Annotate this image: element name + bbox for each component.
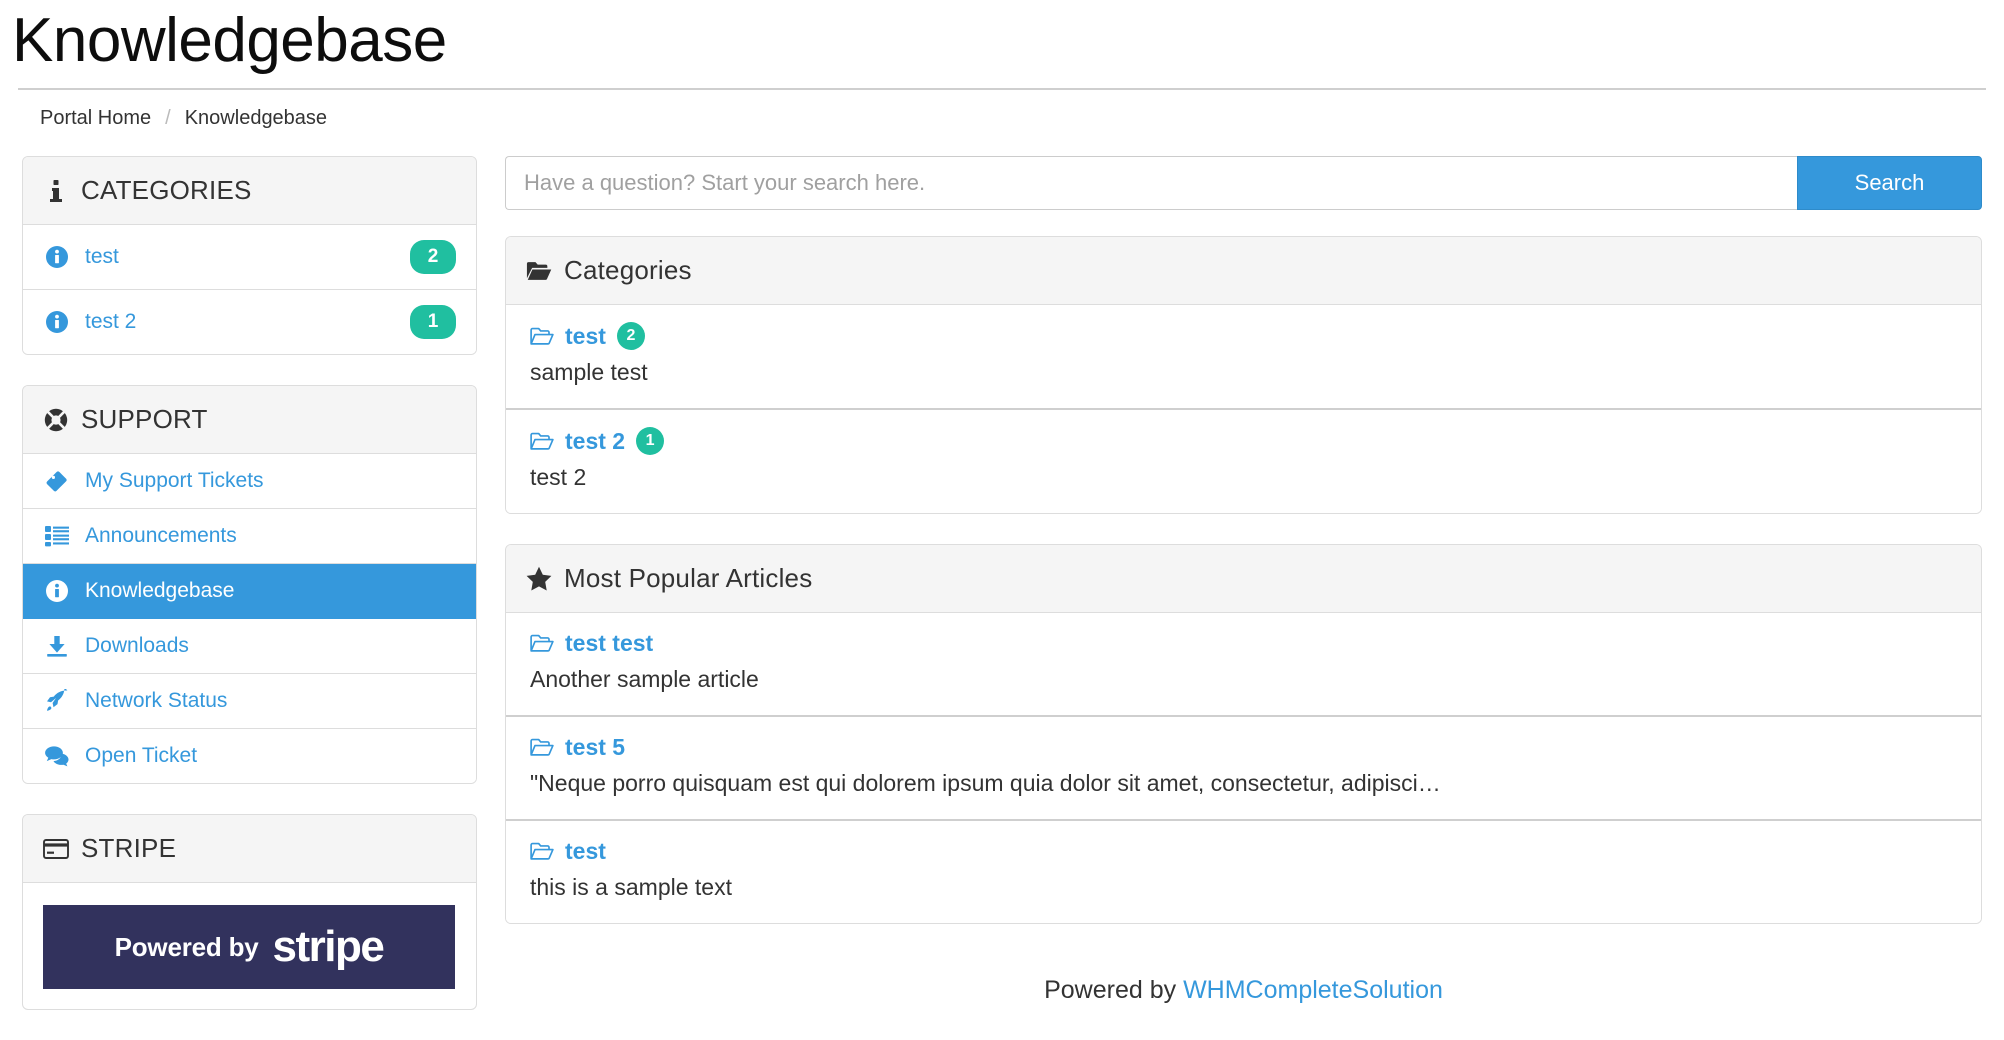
folder-open-icon bbox=[530, 327, 554, 346]
sidebar-categories-list: test 2 test 2 1 bbox=[23, 225, 476, 354]
footer: Powered by WHMCompleteSolution bbox=[505, 954, 1982, 1017]
stripe-body: Powered by stripe bbox=[23, 883, 476, 1009]
stripe-powered-label: Powered by bbox=[114, 931, 259, 962]
sidebar-category-badge: 1 bbox=[410, 305, 456, 339]
sidebar-item-label: My Support Tickets bbox=[85, 469, 264, 492]
sidebar-categories-title: CATEGORIES bbox=[81, 175, 252, 205]
folder-open-icon bbox=[530, 842, 554, 861]
article-link[interactable]: test 5 bbox=[565, 734, 625, 761]
folder-open-icon bbox=[526, 258, 552, 284]
category-count-badge: 1 bbox=[636, 427, 665, 456]
article-row[interactable]: test test Another sample article bbox=[506, 613, 1981, 718]
sidebar-category-badge: 2 bbox=[410, 240, 456, 274]
rocket-icon bbox=[43, 689, 71, 713]
stripe-logo: Powered by stripe bbox=[43, 905, 455, 989]
sidebar-categories-panel: CATEGORIES test 2 test 2 1 bbox=[22, 156, 477, 355]
page-layout: CATEGORIES test 2 test 2 1 SUPPORT My Su… bbox=[0, 130, 2004, 1040]
category-count-badge: 2 bbox=[616, 322, 645, 350]
sidebar-category-item[interactable]: test 2 bbox=[23, 225, 476, 290]
category-row[interactable]: test 2 sample test bbox=[506, 305, 1981, 411]
sidebar-item-announcements[interactable]: Announcements bbox=[23, 509, 476, 564]
breadcrumb-separator: / bbox=[165, 107, 171, 129]
sidebar-support-list: My Support Tickets Announcements Knowled… bbox=[23, 454, 476, 783]
info-circle-icon bbox=[43, 310, 71, 334]
sidebar-item-knowledgebase[interactable]: Knowledgebase bbox=[23, 564, 476, 619]
sidebar-support-header: SUPPORT bbox=[23, 386, 476, 454]
main-content: Search Categories bbox=[505, 156, 1982, 1017]
sidebar-item-my-support-tickets[interactable]: My Support Tickets bbox=[23, 454, 476, 509]
stripe-wordmark: stripe bbox=[272, 922, 385, 971]
article-description: this is a sample text bbox=[530, 874, 732, 901]
sidebar-item-label: Knowledgebase bbox=[85, 579, 235, 602]
sidebar-category-item[interactable]: test 2 1 bbox=[23, 290, 476, 354]
sidebar-support-panel: SUPPORT My Support Tickets Announcements… bbox=[22, 385, 477, 784]
footer-link-whmcs[interactable]: WHMCompleteSolution bbox=[1183, 976, 1443, 1004]
footer-prefix: Powered by bbox=[1044, 976, 1184, 1005]
category-link[interactable]: test bbox=[565, 323, 606, 350]
sidebar-item-label: Announcements bbox=[85, 524, 237, 547]
article-row[interactable]: test 5 "Neque porro quisquam est qui dol… bbox=[506, 717, 1981, 822]
info-circle-icon bbox=[43, 579, 71, 603]
sidebar-item-label: Open Ticket bbox=[85, 744, 198, 767]
page-title: Knowledgebase bbox=[12, 6, 447, 75]
sidebar-item-downloads[interactable]: Downloads bbox=[23, 619, 476, 674]
sidebar-categories-header: CATEGORIES bbox=[23, 157, 476, 225]
sidebar-item-open-ticket[interactable]: Open Ticket bbox=[23, 729, 476, 783]
sidebar-item-label: Network Status bbox=[85, 689, 228, 712]
search-bar: Search bbox=[505, 156, 1982, 210]
star-icon bbox=[526, 566, 552, 592]
popular-articles-title: Most Popular Articles bbox=[564, 563, 813, 594]
download-icon bbox=[43, 634, 71, 658]
info-circle-icon bbox=[43, 245, 71, 269]
breadcrumb: Portal Home / Knowledgebase bbox=[0, 90, 2004, 130]
category-row-title: test 2 1 bbox=[530, 427, 1957, 456]
category-description: test 2 bbox=[530, 464, 587, 491]
comments-icon bbox=[43, 745, 71, 767]
sidebar: CATEGORIES test 2 test 2 1 SUPPORT My Su… bbox=[22, 156, 477, 1040]
sidebar-stripe-title: STRIPE bbox=[81, 833, 177, 863]
categories-panel-title: Categories bbox=[564, 255, 692, 285]
ticket-icon bbox=[43, 469, 71, 493]
credit-card-icon bbox=[43, 836, 69, 862]
search-button[interactable]: Search bbox=[1797, 156, 1982, 210]
sidebar-stripe-header: STRIPE bbox=[23, 815, 476, 883]
breadcrumb-item-knowledgebase: Knowledgebase bbox=[184, 107, 328, 129]
categories-panel: Categories test 2 sample test test 2 1 t… bbox=[505, 236, 1982, 515]
list-icon bbox=[43, 525, 71, 547]
folder-open-icon bbox=[530, 738, 554, 757]
folder-open-icon bbox=[530, 634, 554, 653]
folder-open-icon bbox=[530, 432, 554, 451]
category-description: sample test bbox=[530, 359, 648, 385]
sidebar-category-label: test bbox=[85, 245, 119, 268]
search-input[interactable] bbox=[505, 156, 1797, 210]
sidebar-category-label: test 2 bbox=[85, 310, 137, 333]
sidebar-support-title: SUPPORT bbox=[81, 404, 208, 434]
category-link[interactable]: test 2 bbox=[565, 428, 625, 455]
sidebar-item-network-status[interactable]: Network Status bbox=[23, 674, 476, 729]
article-description: "Neque porro quisquam est qui dolorem ip… bbox=[530, 770, 1441, 797]
category-row[interactable]: test 2 1 test 2 bbox=[506, 410, 1981, 514]
info-icon bbox=[43, 178, 69, 204]
article-row-title: test bbox=[530, 838, 1957, 865]
article-row-title: test test bbox=[530, 630, 1957, 657]
lifebuoy-icon bbox=[43, 407, 69, 433]
sidebar-stripe-panel: STRIPE Powered by stripe bbox=[22, 814, 477, 1010]
breadcrumb-item-portal-home[interactable]: Portal Home bbox=[40, 107, 151, 130]
article-row-title: test 5 bbox=[530, 734, 1957, 761]
article-link[interactable]: test bbox=[565, 838, 606, 865]
popular-articles-panel: Most Popular Articles test test Another … bbox=[505, 544, 1982, 925]
category-row-title: test 2 bbox=[530, 322, 1957, 350]
article-description: Another sample article bbox=[530, 666, 759, 693]
categories-panel-header: Categories bbox=[506, 237, 1981, 305]
article-link[interactable]: test test bbox=[565, 630, 653, 657]
sidebar-item-label: Downloads bbox=[85, 634, 189, 657]
popular-articles-header: Most Popular Articles bbox=[506, 545, 1981, 614]
article-row[interactable]: test this is a sample text bbox=[506, 821, 1981, 924]
